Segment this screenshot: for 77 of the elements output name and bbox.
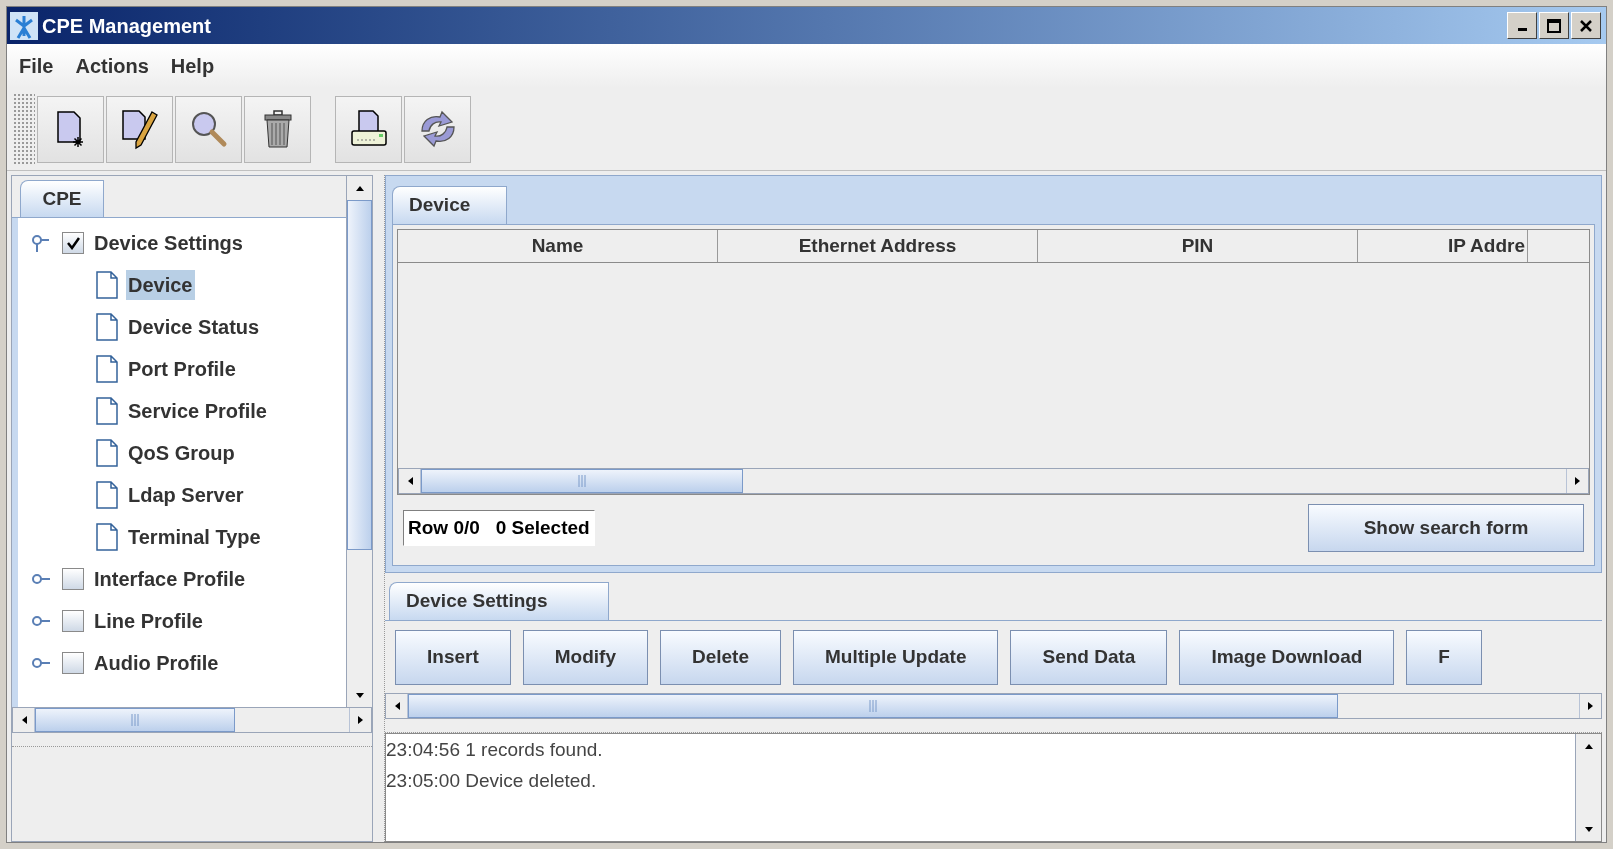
scroll-down-arrow-icon bbox=[1583, 824, 1594, 834]
tree-item[interactable]: Line Profile bbox=[94, 606, 203, 636]
grip-icon bbox=[868, 700, 878, 712]
show-search-form-button[interactable]: Show search form bbox=[1308, 504, 1584, 552]
log-line: 23:05:00 Device deleted. bbox=[386, 769, 598, 793]
checkbox[interactable] bbox=[62, 232, 84, 254]
document-icon bbox=[96, 355, 118, 383]
action-button[interactable]: Image Download bbox=[1179, 629, 1395, 685]
action-button[interactable]: Send Data bbox=[1010, 629, 1168, 685]
document-icon bbox=[96, 523, 118, 551]
action-button[interactable]: Insert bbox=[395, 629, 511, 685]
document-icon bbox=[96, 481, 118, 509]
checkbox[interactable] bbox=[62, 652, 84, 674]
tree-item[interactable]: Device bbox=[126, 270, 195, 300]
menu-item[interactable]: Actions bbox=[75, 51, 149, 81]
vertical-scrollbar[interactable] bbox=[1575, 734, 1601, 841]
printer-icon bbox=[348, 109, 389, 149]
action-button[interactable]: Delete bbox=[659, 629, 781, 685]
checkbox[interactable] bbox=[62, 610, 84, 632]
menu-item[interactable]: Help bbox=[170, 51, 215, 81]
checkbox[interactable] bbox=[62, 568, 84, 590]
grip-icon bbox=[130, 714, 140, 726]
column-header[interactable]: Name bbox=[398, 230, 718, 262]
horizontal-scrollbar[interactable] bbox=[385, 693, 1602, 719]
horizontal-scrollbar[interactable] bbox=[398, 468, 1589, 494]
toolbar-button[interactable] bbox=[335, 95, 402, 163]
toolbar-button[interactable] bbox=[404, 95, 471, 163]
action-button[interactable]: Multiple Update bbox=[793, 629, 999, 685]
menu-item[interactable]: File bbox=[19, 51, 54, 81]
toolbar-button[interactable] bbox=[175, 95, 242, 163]
toolbar-button[interactable] bbox=[244, 95, 311, 163]
check-icon bbox=[66, 236, 80, 250]
action-button[interactable]: Modify bbox=[522, 629, 648, 685]
tree-item[interactable]: Interface Profile bbox=[94, 564, 246, 594]
edit-document-icon bbox=[119, 108, 160, 150]
expanded-node-icon[interactable] bbox=[30, 234, 52, 252]
panel-tab[interactable]: CPE bbox=[20, 180, 104, 217]
document-icon bbox=[96, 397, 118, 425]
row-count-status: Row 0/0 0 Selected bbox=[403, 509, 595, 547]
scrollbar-thumb[interactable] bbox=[408, 694, 1338, 718]
tree-item[interactable]: Terminal Type bbox=[126, 522, 263, 552]
close-icon bbox=[1579, 18, 1593, 33]
column-header[interactable]: IP Addre bbox=[1358, 230, 1528, 262]
scrollbar-thumb[interactable] bbox=[421, 469, 743, 493]
log-line: 23:04:56 1 records found. bbox=[386, 738, 604, 762]
trash-icon bbox=[261, 109, 294, 149]
window-title: CPE Management bbox=[42, 13, 211, 39]
tree-item[interactable]: Device Status bbox=[126, 312, 262, 342]
vertical-scrollbar[interactable] bbox=[346, 176, 372, 707]
close-button[interactable] bbox=[1571, 12, 1601, 39]
action-button[interactable]: F bbox=[1406, 629, 1482, 685]
column-header[interactable]: PIN bbox=[1038, 230, 1358, 262]
scrollbar-thumb[interactable] bbox=[35, 708, 235, 732]
horizontal-scrollbar[interactable] bbox=[12, 707, 372, 733]
toolbar-button[interactable] bbox=[37, 95, 104, 163]
minimize-icon bbox=[1517, 28, 1527, 31]
panel-tab[interactable]: Device bbox=[392, 186, 507, 224]
document-icon bbox=[96, 313, 118, 341]
maximize-icon bbox=[1546, 17, 1562, 34]
column-header[interactable]: Ethernet Address bbox=[718, 230, 1038, 262]
tree-item[interactable]: Service Profile bbox=[126, 396, 269, 426]
document-icon bbox=[96, 439, 118, 467]
app-logo-icon bbox=[10, 11, 38, 40]
tree-item[interactable]: Device Settings bbox=[94, 228, 243, 258]
panel-tab[interactable]: Device Settings bbox=[389, 582, 609, 620]
tree-item[interactable]: Port Profile bbox=[126, 354, 238, 384]
scrollbar-thumb[interactable] bbox=[347, 200, 372, 550]
tree-item[interactable]: Ldap Server bbox=[126, 480, 246, 510]
scroll-down-arrow-icon bbox=[354, 690, 365, 700]
minimize-button[interactable] bbox=[1507, 12, 1537, 39]
toolbar-button[interactable] bbox=[106, 95, 173, 163]
tree-item[interactable]: QoS Group bbox=[126, 438, 237, 468]
grip-icon bbox=[577, 475, 587, 487]
maximize-button[interactable] bbox=[1539, 12, 1569, 39]
tree-item[interactable]: Audio Profile bbox=[94, 648, 219, 678]
toolbar-grip[interactable] bbox=[13, 93, 35, 165]
document-icon bbox=[96, 271, 118, 299]
